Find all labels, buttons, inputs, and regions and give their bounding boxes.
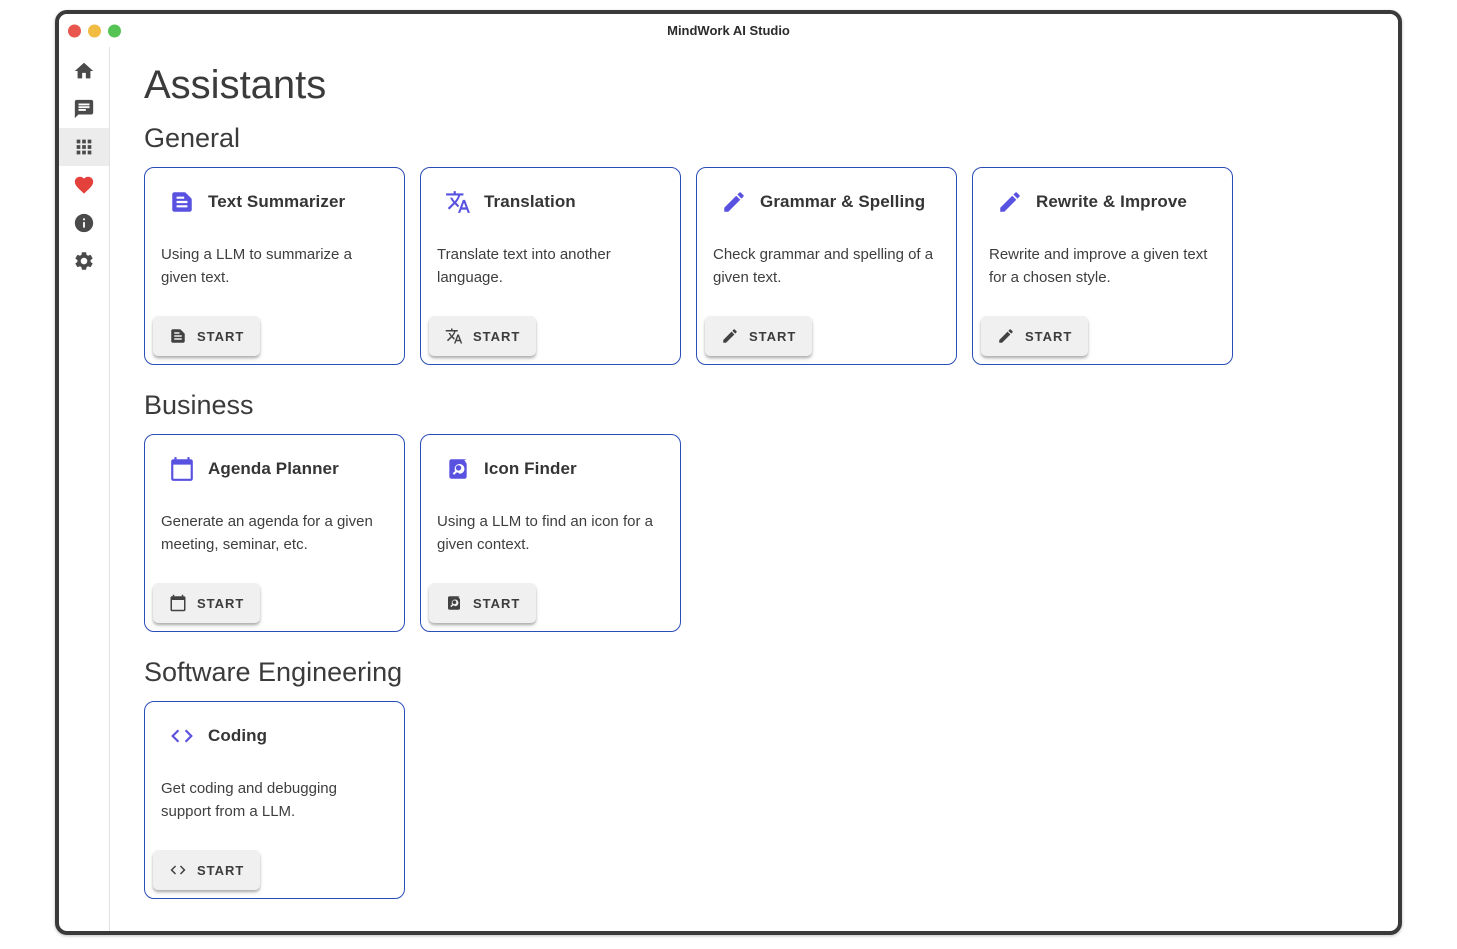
start-button-agenda-planner[interactable]: START <box>153 583 260 623</box>
main-content: Assistants General Text Summarizer Using… <box>110 47 1398 931</box>
sidebar-item-assistants[interactable] <box>59 128 109 166</box>
minimize-window-button[interactable] <box>88 24 101 37</box>
translate-icon <box>445 189 471 215</box>
start-button-label: START <box>1025 329 1072 344</box>
titlebar: MindWork AI Studio <box>59 14 1398 47</box>
gear-icon <box>73 250 95 272</box>
start-button-grammar-spelling[interactable]: START <box>705 316 812 356</box>
assistant-card-icon-finder: Icon Finder Using a LLM to find an icon … <box>420 434 681 632</box>
home-icon <box>73 60 95 82</box>
pencil-icon <box>997 189 1023 215</box>
assistant-card-coding: Coding Get coding and debugging support … <box>144 701 405 899</box>
code-icon <box>169 861 187 879</box>
zoom-window-button[interactable] <box>108 24 121 37</box>
heart-icon <box>73 174 95 196</box>
card-title: Rewrite & Improve <box>1036 192 1187 212</box>
sidebar-item-favorites[interactable] <box>59 166 109 204</box>
start-button-rewrite-improve[interactable]: START <box>981 316 1088 356</box>
code-icon <box>169 723 195 749</box>
assistant-card-text-summarizer: Text Summarizer Using a LLM to summarize… <box>144 167 405 365</box>
info-icon <box>73 212 95 234</box>
text-snippet-icon <box>169 189 195 215</box>
card-description: Using a LLM to summarize a given text. <box>145 215 404 289</box>
pencil-icon <box>721 189 747 215</box>
card-row-general: Text Summarizer Using a LLM to summarize… <box>144 167 1374 365</box>
pencil-icon <box>997 327 1015 345</box>
apps-grid-icon <box>73 136 95 158</box>
window-title: MindWork AI Studio <box>667 23 790 38</box>
assistant-card-agenda-planner: Agenda Planner Generate an agenda for a … <box>144 434 405 632</box>
calendar-icon <box>169 594 187 612</box>
start-button-label: START <box>197 329 244 344</box>
card-description: Using a LLM to find an icon for a given … <box>421 482 680 556</box>
start-button-label: START <box>749 329 796 344</box>
section-title-software-engineering: Software Engineering <box>144 657 1374 688</box>
traffic-lights <box>68 24 121 37</box>
start-button-label: START <box>197 863 244 878</box>
sidebar-item-about[interactable] <box>59 204 109 242</box>
card-row-business: Agenda Planner Generate an agenda for a … <box>144 434 1374 632</box>
card-title: Icon Finder <box>484 459 577 479</box>
text-snippet-icon <box>169 327 187 345</box>
assistant-card-rewrite-improve: Rewrite & Improve Rewrite and improve a … <box>972 167 1233 365</box>
start-button-label: START <box>473 596 520 611</box>
card-title: Translation <box>484 192 576 212</box>
sidebar-item-home[interactable] <box>59 52 109 90</box>
chat-icon <box>73 98 95 120</box>
translate-icon <box>445 327 463 345</box>
start-button-coding[interactable]: START <box>153 850 260 890</box>
card-row-software-engineering: Coding Get coding and debugging support … <box>144 701 1374 899</box>
card-description: Get coding and debugging support from a … <box>145 749 404 823</box>
close-window-button[interactable] <box>68 24 81 37</box>
calendar-icon <box>169 456 195 482</box>
start-button-label: START <box>473 329 520 344</box>
card-description: Rewrite and improve a given text for a c… <box>973 215 1232 289</box>
page-title: Assistants <box>144 63 1374 108</box>
section-title-business: Business <box>144 390 1374 421</box>
app-window: MindWork AI Studio Assistants <box>55 10 1402 935</box>
card-title: Coding <box>208 726 267 746</box>
start-button-label: START <box>197 596 244 611</box>
card-description: Translate text into another language. <box>421 215 680 289</box>
start-button-translation[interactable]: START <box>429 316 536 356</box>
card-title: Text Summarizer <box>208 192 345 212</box>
icon-search-icon <box>445 594 463 612</box>
assistant-card-grammar-spelling: Grammar & Spelling Check grammar and spe… <box>696 167 957 365</box>
start-button-icon-finder[interactable]: START <box>429 583 536 623</box>
section-title-general: General <box>144 123 1374 154</box>
sidebar-item-settings[interactable] <box>59 242 109 280</box>
icon-search-icon <box>445 456 471 482</box>
card-title: Agenda Planner <box>208 459 339 479</box>
card-description: Generate an agenda for a given meeting, … <box>145 482 404 556</box>
sidebar <box>59 47 110 931</box>
card-description: Check grammar and spelling of a given te… <box>697 215 956 289</box>
pencil-icon <box>721 327 739 345</box>
assistant-card-translation: Translation Translate text into another … <box>420 167 681 365</box>
card-title: Grammar & Spelling <box>760 192 925 212</box>
sidebar-item-chat[interactable] <box>59 90 109 128</box>
start-button-text-summarizer[interactable]: START <box>153 316 260 356</box>
